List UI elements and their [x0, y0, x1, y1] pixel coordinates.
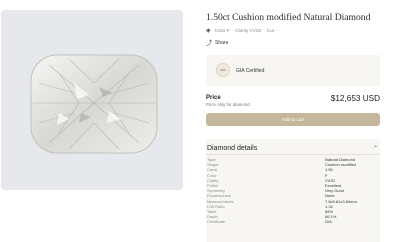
price-sublabel: Price only for diamond	[206, 102, 250, 107]
spec-clarity: Clarity VVS2	[235, 28, 262, 33]
spec-separator: ·	[278, 28, 281, 33]
spec-summary: ◈ Color F · Clarity VVS2 · Cut - ·	[206, 27, 280, 34]
gia-badge-text: GIA	[220, 68, 226, 72]
spec-separator: ·	[263, 28, 265, 33]
spec-color: Color F	[214, 28, 230, 33]
detail-key: Certificate	[207, 219, 226, 225]
certificate-label: GIA Certified	[236, 68, 265, 74]
product-title: 1.50ct Cushion modified Natural Diamond	[206, 12, 371, 23]
detail-row: Certificate GIA	[207, 219, 377, 224]
share-label: Share	[215, 39, 229, 46]
tag-icon: ◈	[206, 28, 211, 34]
share-icon: ⤴	[206, 41, 213, 47]
detail-value: GIA	[325, 219, 332, 225]
gia-badge-icon: GIA	[216, 63, 230, 77]
product-info-panel: 1.50ct Cushion modified Natural Diamond …	[206, 0, 380, 242]
price-value: $12,653 USD	[330, 94, 380, 103]
share-button[interactable]: ⤴ Share	[206, 38, 229, 48]
divider	[206, 154, 380, 155]
diamond-image	[30, 54, 158, 154]
price-label: Price	[206, 95, 221, 101]
spec-separator: ·	[231, 28, 234, 33]
certificate-box: GIA GIA Certified	[206, 55, 380, 86]
details-heading: Diamond details	[207, 145, 258, 152]
details-table: Type Natural Diamond Shape Cushion modified…	[207, 157, 377, 224]
product-image-gallery[interactable]: ▣	[1, 10, 183, 190]
add-to-cart-button[interactable]: Add to cart	[206, 113, 380, 126]
chevron-up-icon[interactable]: ⌃	[373, 145, 378, 152]
diamond-details-section: Diamond details ⌃ Type Natural Diamond Sha…	[206, 139, 380, 242]
spec-cut: Cut -	[266, 28, 277, 33]
